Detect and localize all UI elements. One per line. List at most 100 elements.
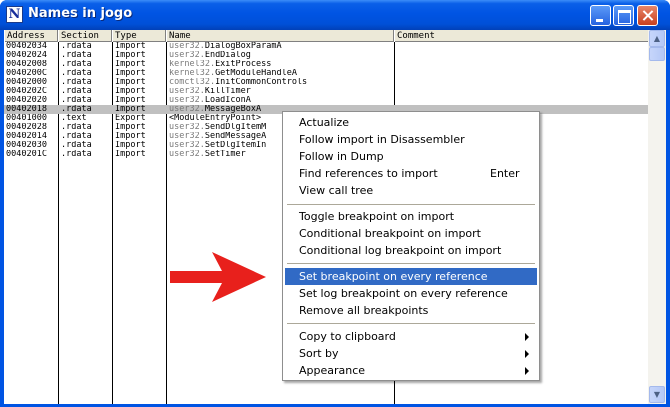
name-function: LoadIconA [204,96,251,105]
cell-section: .rdata [61,132,92,141]
cell-type: Import [115,60,146,69]
menu-item-appearance[interactable]: Appearance [285,362,537,379]
table-row[interactable]: 00402024 .rdata Import user32.EndDialog [4,51,648,60]
menu-item-toggle-breakpoint[interactable]: Toggle breakpoint on import [285,208,537,225]
menu-item-shortcut: Enter [490,167,520,180]
cell-type: Export [115,114,146,123]
menu-item-remove-all-breakpoints[interactable]: Remove all breakpoints [285,302,537,319]
menu-item-set-breakpoint-every-reference[interactable]: Set breakpoint on every reference [285,268,537,285]
cell-section: .rdata [61,87,92,96]
cell-type: Import [115,105,146,114]
table-row[interactable]: 00402000 .rdata Import comctl32.InitCommonC… [4,78,648,87]
cell-name: user32.KillTimer [169,87,393,96]
menu-item-label: Sort by [299,347,339,360]
cell-name: kernel32.GetModuleHandleA [169,69,393,78]
name-module-prefix: comctl32. [169,78,216,87]
name-module-prefix: user32. [169,141,205,150]
scroll-thumb[interactable] [649,47,665,61]
cell-address: 00402000 [6,78,47,87]
cell-name: user32.EndDialog [169,51,393,60]
cell-type: Import [115,78,146,87]
cell-address: 00402030 [6,141,47,150]
menu-item-label: Actualize [299,116,350,129]
menu-item-label: Follow in Dump [299,150,384,163]
title-bar[interactable]: N Names in jogo [0,0,670,30]
name-function: ExitProcess [215,60,272,69]
cell-type: Import [115,123,146,132]
cell-type: Import [115,96,146,105]
menu-separator [287,323,535,324]
maximize-button[interactable] [613,5,634,26]
cell-type: Import [115,87,146,96]
cell-section: .rdata [61,123,92,132]
column-header-address[interactable]: Address [4,30,58,42]
name-module-prefix: user32. [169,96,205,105]
menu-item-conditional-breakpoint[interactable]: Conditional breakpoint on import [285,225,537,242]
column-header-type[interactable]: Type [112,30,166,42]
name-function: GetModuleHandleA [215,69,297,78]
menu-item-view-call-tree[interactable]: View call tree [285,182,537,199]
cell-address: 00402018 [6,105,47,114]
menu-item-label: View call tree [299,184,374,197]
cell-type: Import [115,69,146,78]
app-icon: N [6,6,23,23]
scroll-up-icon[interactable]: ▲ [649,30,665,47]
cell-name: user32.DialogBoxParamA [169,42,393,51]
column-header-comment[interactable]: Comment [394,30,648,42]
name-module-prefix: user32. [169,123,205,132]
column-header-section[interactable]: Section [58,30,112,42]
menu-item-copy-to-clipboard[interactable]: Copy to clipboard [285,328,537,345]
name-function: KillTimer [204,87,251,96]
column-header-name[interactable]: Name [166,30,394,42]
table-header: Address Section Type Name Comment [4,30,648,42]
name-function: <ModuleEntryPoint> [169,114,262,123]
cell-address: 0040201C [6,150,47,159]
menu-item-label: Set log breakpoint on every reference [299,287,508,300]
table-row[interactable]: 00402020 .rdata Import user32.LoadIconA [4,96,648,105]
cell-section: .rdata [61,69,92,78]
cell-type: Import [115,150,146,159]
scroll-down-icon[interactable]: ▼ [649,386,665,403]
name-function: SetTimer [204,150,246,159]
cell-section: .rdata [61,105,92,114]
cell-type: Import [115,141,146,150]
window-title: Names in jogo [28,6,133,21]
cell-address: 00402020 [6,96,47,105]
table-row[interactable]: 0040200C .rdata Import kernel32.GetModuleHa… [4,69,648,78]
menu-item-follow-in-dump[interactable]: Follow in Dump [285,148,537,165]
cell-type: Import [115,42,146,51]
cell-address: 00401000 [6,114,47,123]
menu-item-find-references[interactable]: Find references to import Enter [285,165,537,182]
menu-separator [287,263,535,264]
vertical-scrollbar[interactable]: ▲ ▼ [648,30,666,404]
cell-section: .rdata [61,150,92,159]
cell-section: .rdata [61,141,92,150]
menu-item-actualize[interactable]: Actualize [285,114,537,131]
name-function: InitCommonControls [215,78,308,87]
menu-item-label: Conditional breakpoint on import [299,227,481,240]
minimize-button[interactable] [590,5,611,26]
cell-section: .rdata [61,42,92,51]
table-row[interactable]: 00402008 .rdata Import kernel32.ExitProcess [4,60,648,69]
cell-address: 00402008 [6,60,47,69]
name-module-prefix: user32. [169,51,205,60]
cell-name: kernel32.ExitProcess [169,60,393,69]
menu-item-conditional-log-breakpoint[interactable]: Conditional log breakpoint on import [285,242,537,259]
menu-item-sort-by[interactable]: Sort by [285,345,537,362]
name-module-prefix: kernel32. [169,60,216,69]
close-button[interactable] [637,5,658,26]
name-function: SendDlgItemM [204,123,267,132]
name-function: EndDialog [204,51,251,60]
table-row[interactable]: 0040202C .rdata Import user32.KillTimer [4,87,648,96]
table-row[interactable]: 00402034 .rdata Import user32.DialogBoxPara… [4,42,648,51]
menu-item-set-log-breakpoint-every-reference[interactable]: Set log breakpoint on every reference [285,285,537,302]
cell-address: 00402024 [6,51,47,60]
cell-address: 0040200C [6,69,47,78]
name-function: DialogBoxParamA [204,42,282,51]
menu-item-label: Copy to clipboard [299,330,396,343]
menu-item-follow-import-disassembler[interactable]: Follow import in Disassembler [285,131,537,148]
menu-item-label: Find references to import [299,167,438,180]
cell-address: 0040202C [6,87,47,96]
cell-address: 00402014 [6,132,47,141]
cell-section: .rdata [61,78,92,87]
